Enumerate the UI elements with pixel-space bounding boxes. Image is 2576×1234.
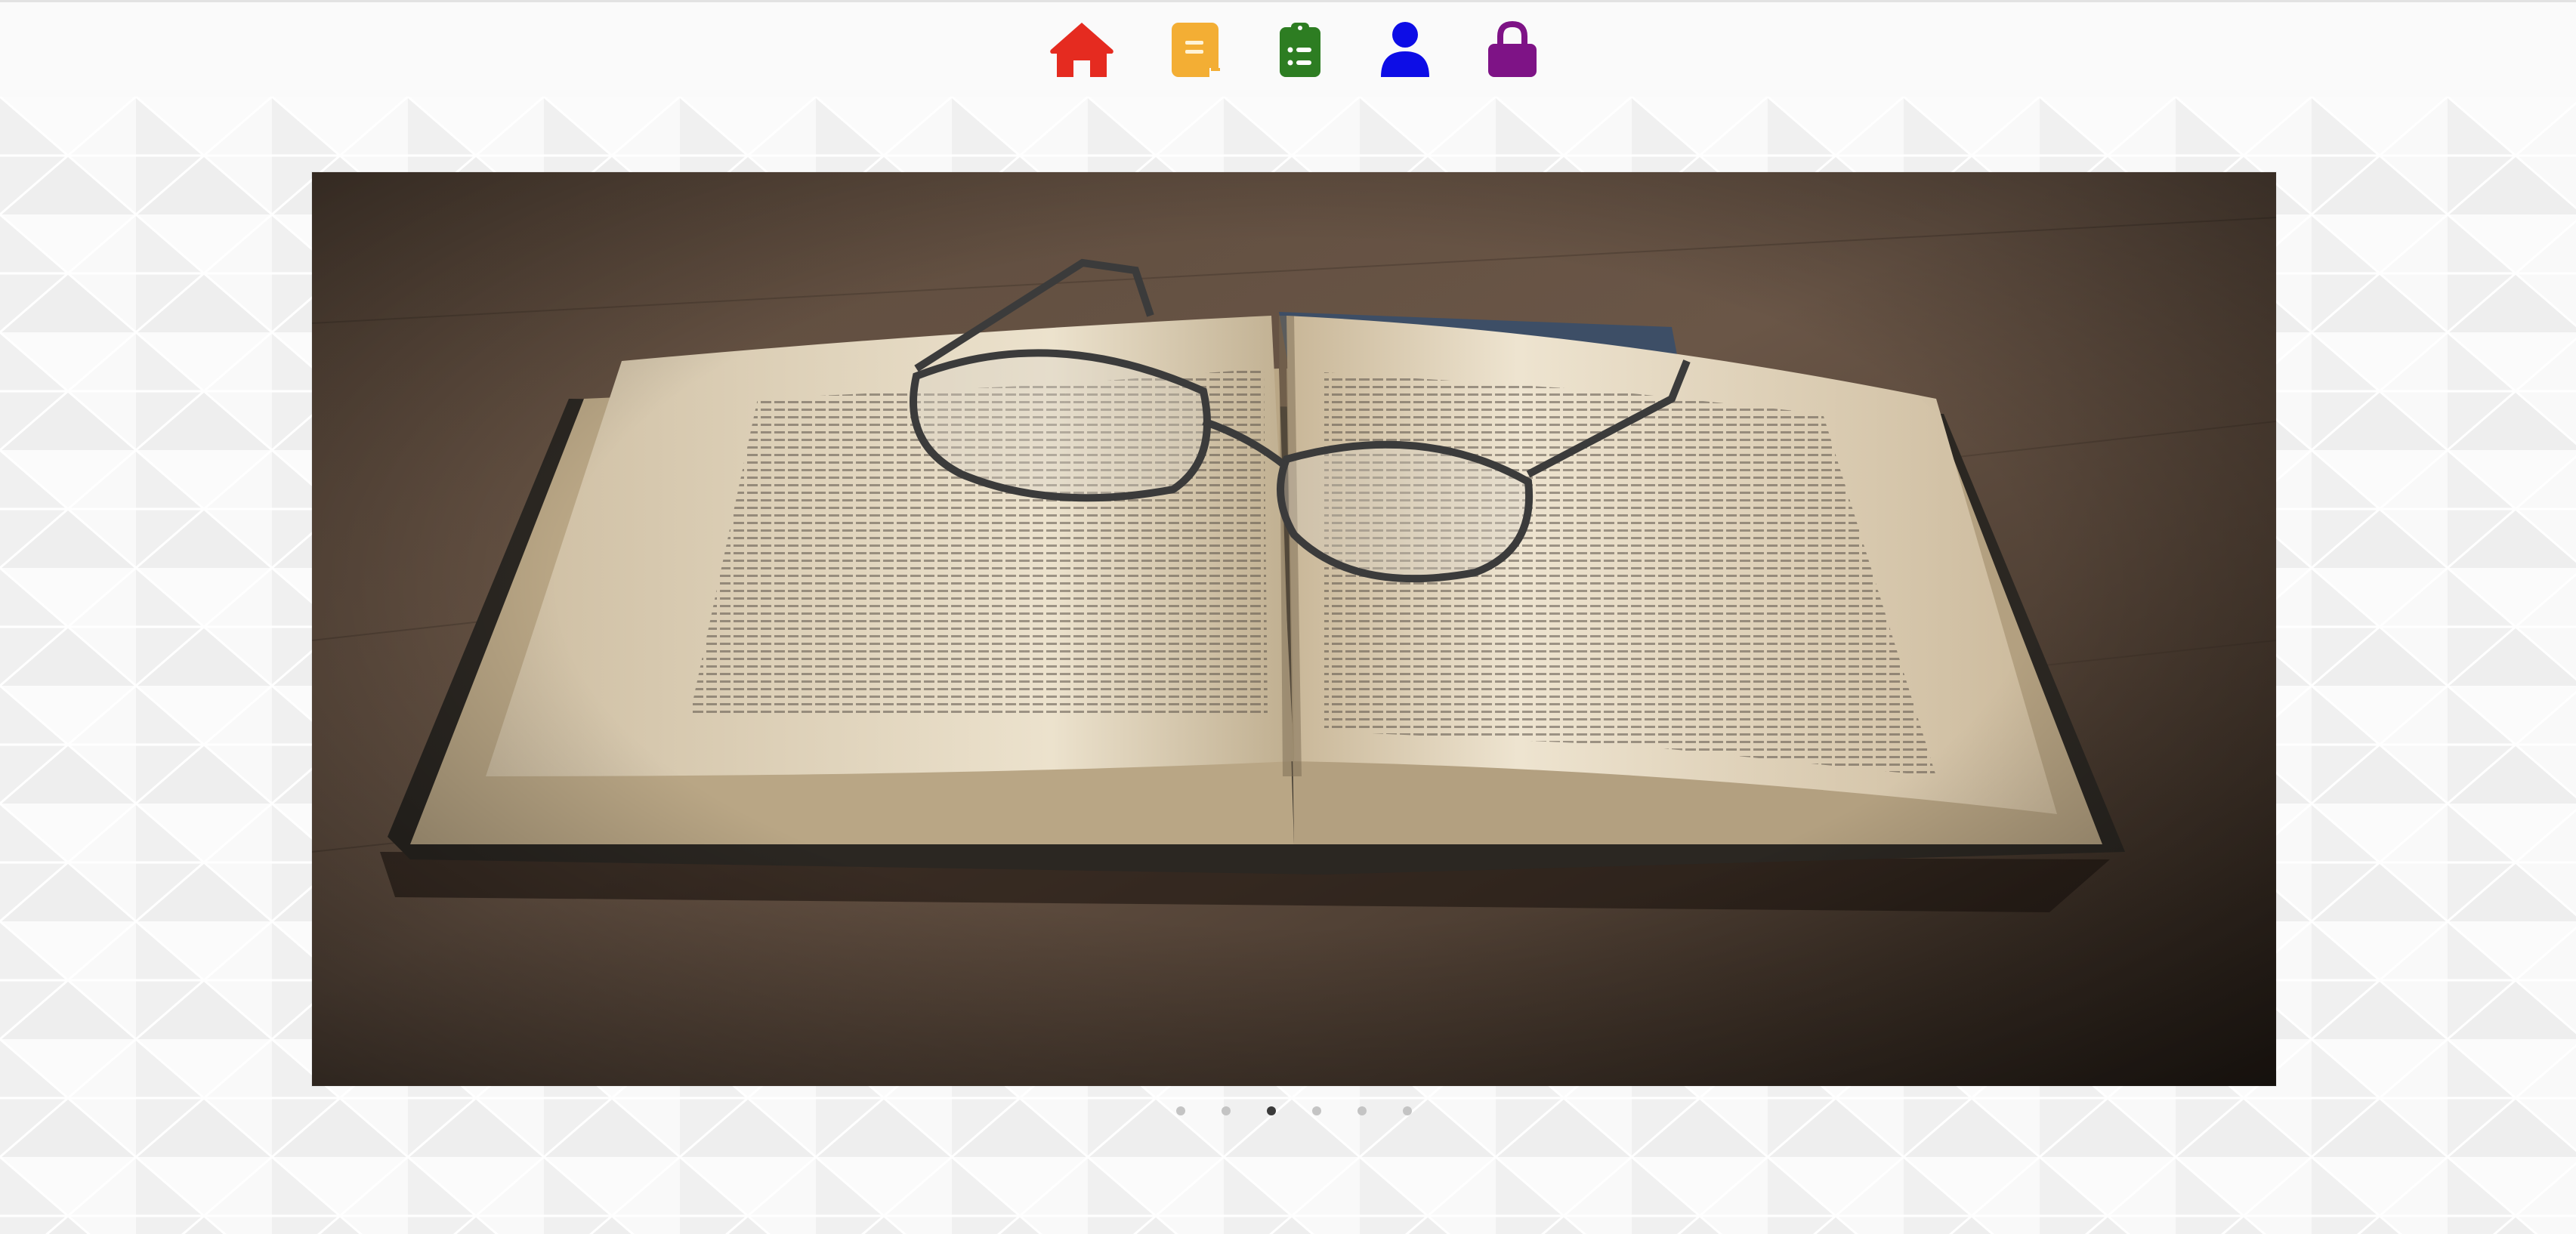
home-button[interactable] <box>1046 16 1118 84</box>
carousel-dot-6[interactable] <box>1403 1106 1412 1115</box>
user-icon <box>1381 22 1429 77</box>
carousel-dot-5[interactable] <box>1357 1106 1367 1115</box>
carousel-pagination <box>0 1103 2576 1125</box>
lock-button[interactable] <box>1476 16 1549 84</box>
carousel-dot-4[interactable] <box>1312 1106 1321 1115</box>
carousel-section <box>0 97 2576 1234</box>
home-icon <box>1050 23 1113 77</box>
open-book-photo <box>312 172 2276 1086</box>
profile-button[interactable] <box>1369 16 1441 84</box>
carousel-dot-3[interactable] <box>1267 1106 1276 1115</box>
top-navigation-bar <box>0 0 2576 97</box>
document-icon <box>1172 23 1222 77</box>
icon-nav <box>0 16 2576 84</box>
carousel-dot-2[interactable] <box>1222 1106 1231 1115</box>
clipboard-list-icon <box>1280 23 1320 77</box>
lock-icon <box>1488 21 1537 77</box>
carousel-slide-image[interactable] <box>312 172 2276 1086</box>
tasks-button[interactable] <box>1264 16 1336 84</box>
documents-button[interactable] <box>1160 16 1233 84</box>
carousel-dot-1[interactable] <box>1176 1106 1185 1115</box>
